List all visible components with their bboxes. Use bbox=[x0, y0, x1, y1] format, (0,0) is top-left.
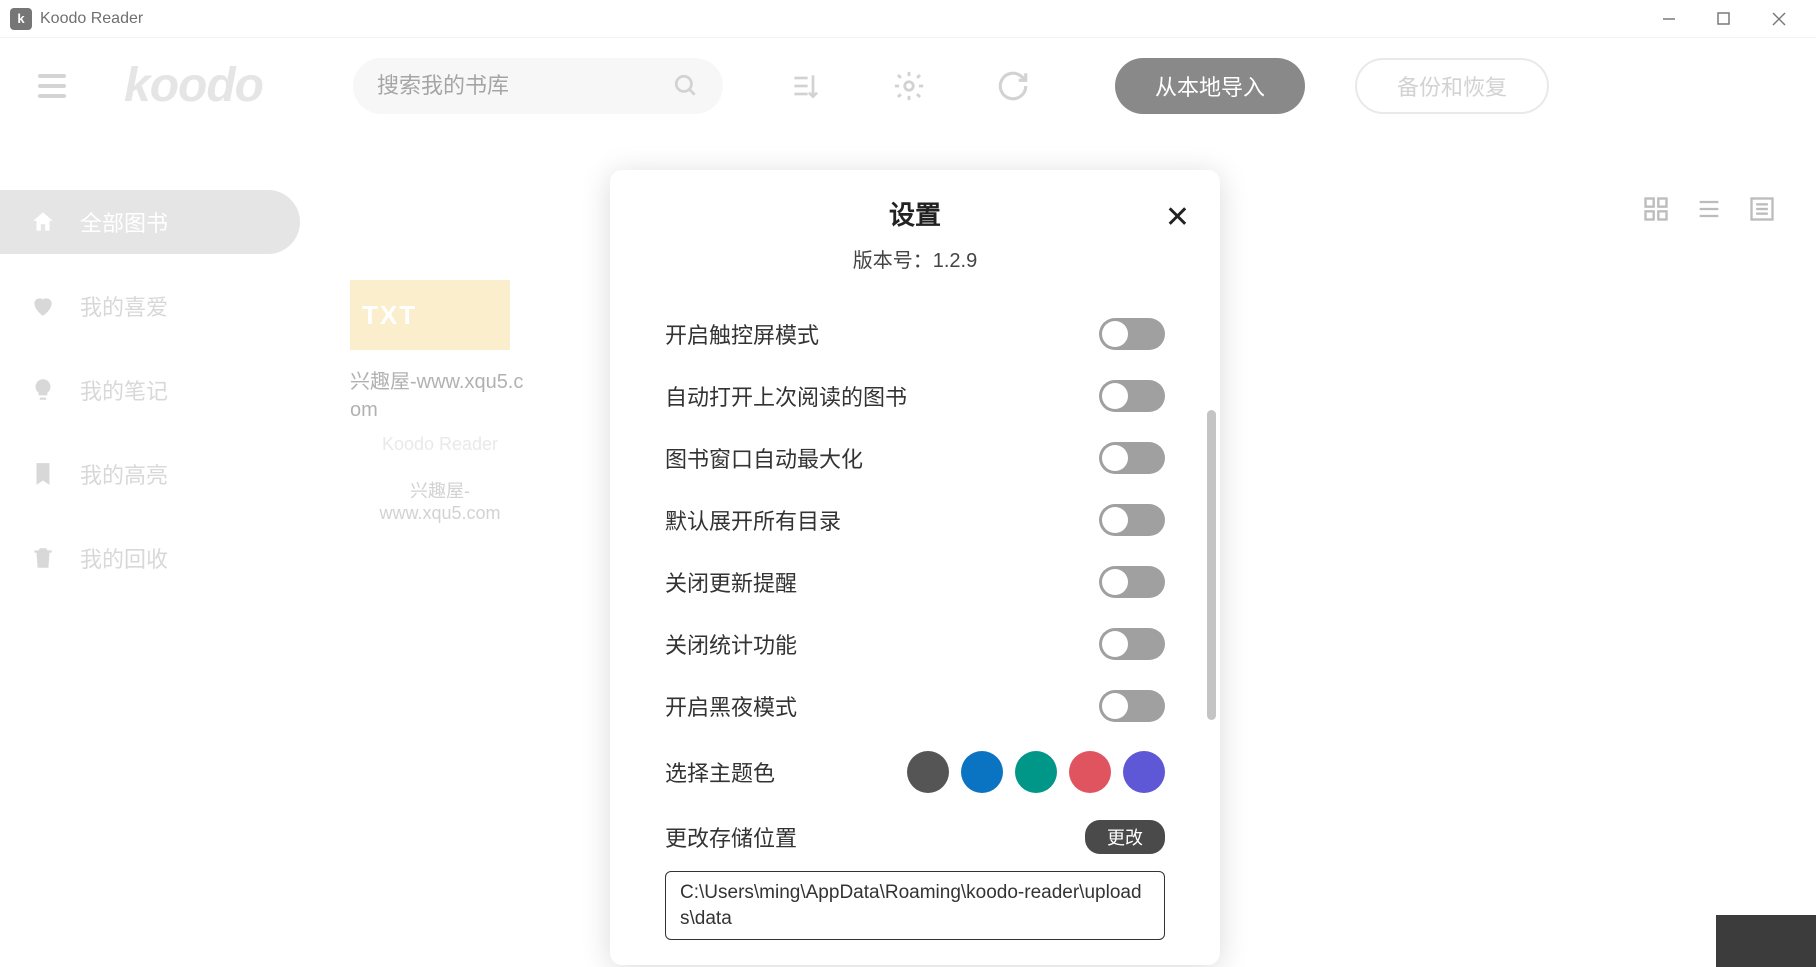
setting-theme-color: 选择主题色 bbox=[665, 737, 1165, 807]
setting-label: 默认展开所有目录 bbox=[665, 504, 841, 536]
setting-touchscreen: 开启触控屏模式 bbox=[665, 303, 1165, 365]
toggle-disable-stats[interactable] bbox=[1099, 628, 1165, 660]
modal-scrollbar[interactable] bbox=[1207, 410, 1216, 720]
setting-label: 开启触控屏模式 bbox=[665, 318, 819, 350]
theme-color-dot-2[interactable] bbox=[1015, 751, 1057, 793]
setting-label: 关闭统计功能 bbox=[665, 628, 797, 660]
setting-disable-update: 关闭更新提醒 bbox=[665, 551, 1165, 613]
setting-disable-stats: 关闭统计功能 bbox=[665, 613, 1165, 675]
settings-modal: ✕ 设置 版本号：1.2.9 开启触控屏模式 自动打开上次阅读的图书 图书窗口自… bbox=[610, 170, 1220, 965]
close-icon[interactable]: ✕ bbox=[1165, 200, 1190, 235]
setting-maximize: 图书窗口自动最大化 bbox=[665, 427, 1165, 489]
setting-label: 开启黑夜模式 bbox=[665, 690, 797, 722]
toggle-disable-update[interactable] bbox=[1099, 566, 1165, 598]
setting-expand-toc: 默认展开所有目录 bbox=[665, 489, 1165, 551]
corner-tab bbox=[1716, 915, 1816, 967]
setting-auto-open: 自动打开上次阅读的图书 bbox=[665, 365, 1165, 427]
setting-dark-mode: 开启黑夜模式 bbox=[665, 675, 1165, 737]
theme-color-dot-0[interactable] bbox=[907, 751, 949, 793]
setting-label: 关闭更新提醒 bbox=[665, 566, 797, 598]
theme-color-dot-3[interactable] bbox=[1069, 751, 1111, 793]
setting-label: 选择主题色 bbox=[665, 756, 775, 788]
toggle-maximize[interactable] bbox=[1099, 442, 1165, 474]
setting-storage: 更改存储位置 更改 bbox=[665, 807, 1165, 867]
toggle-touchscreen[interactable] bbox=[1099, 318, 1165, 350]
change-storage-button[interactable]: 更改 bbox=[1085, 820, 1165, 854]
toggle-dark-mode[interactable] bbox=[1099, 690, 1165, 722]
setting-font: 系统字体 Arial bbox=[665, 958, 1165, 965]
settings-list: 开启触控屏模式 自动打开上次阅读的图书 图书窗口自动最大化 默认展开所有目录 关… bbox=[610, 303, 1220, 965]
theme-dots bbox=[907, 751, 1165, 793]
setting-label: 更改存储位置 bbox=[665, 821, 797, 853]
setting-label: 自动打开上次阅读的图书 bbox=[665, 380, 907, 412]
modal-version: 版本号：1.2.9 bbox=[610, 244, 1220, 273]
toggle-auto-open[interactable] bbox=[1099, 380, 1165, 412]
theme-color-dot-4[interactable] bbox=[1123, 751, 1165, 793]
modal-title: 设置 bbox=[610, 195, 1220, 232]
storage-path: C:\Users\ming\AppData\Roaming\koodo-read… bbox=[665, 871, 1165, 940]
theme-color-dot-1[interactable] bbox=[961, 751, 1003, 793]
setting-label: 图书窗口自动最大化 bbox=[665, 442, 863, 474]
toggle-expand-toc[interactable] bbox=[1099, 504, 1165, 536]
